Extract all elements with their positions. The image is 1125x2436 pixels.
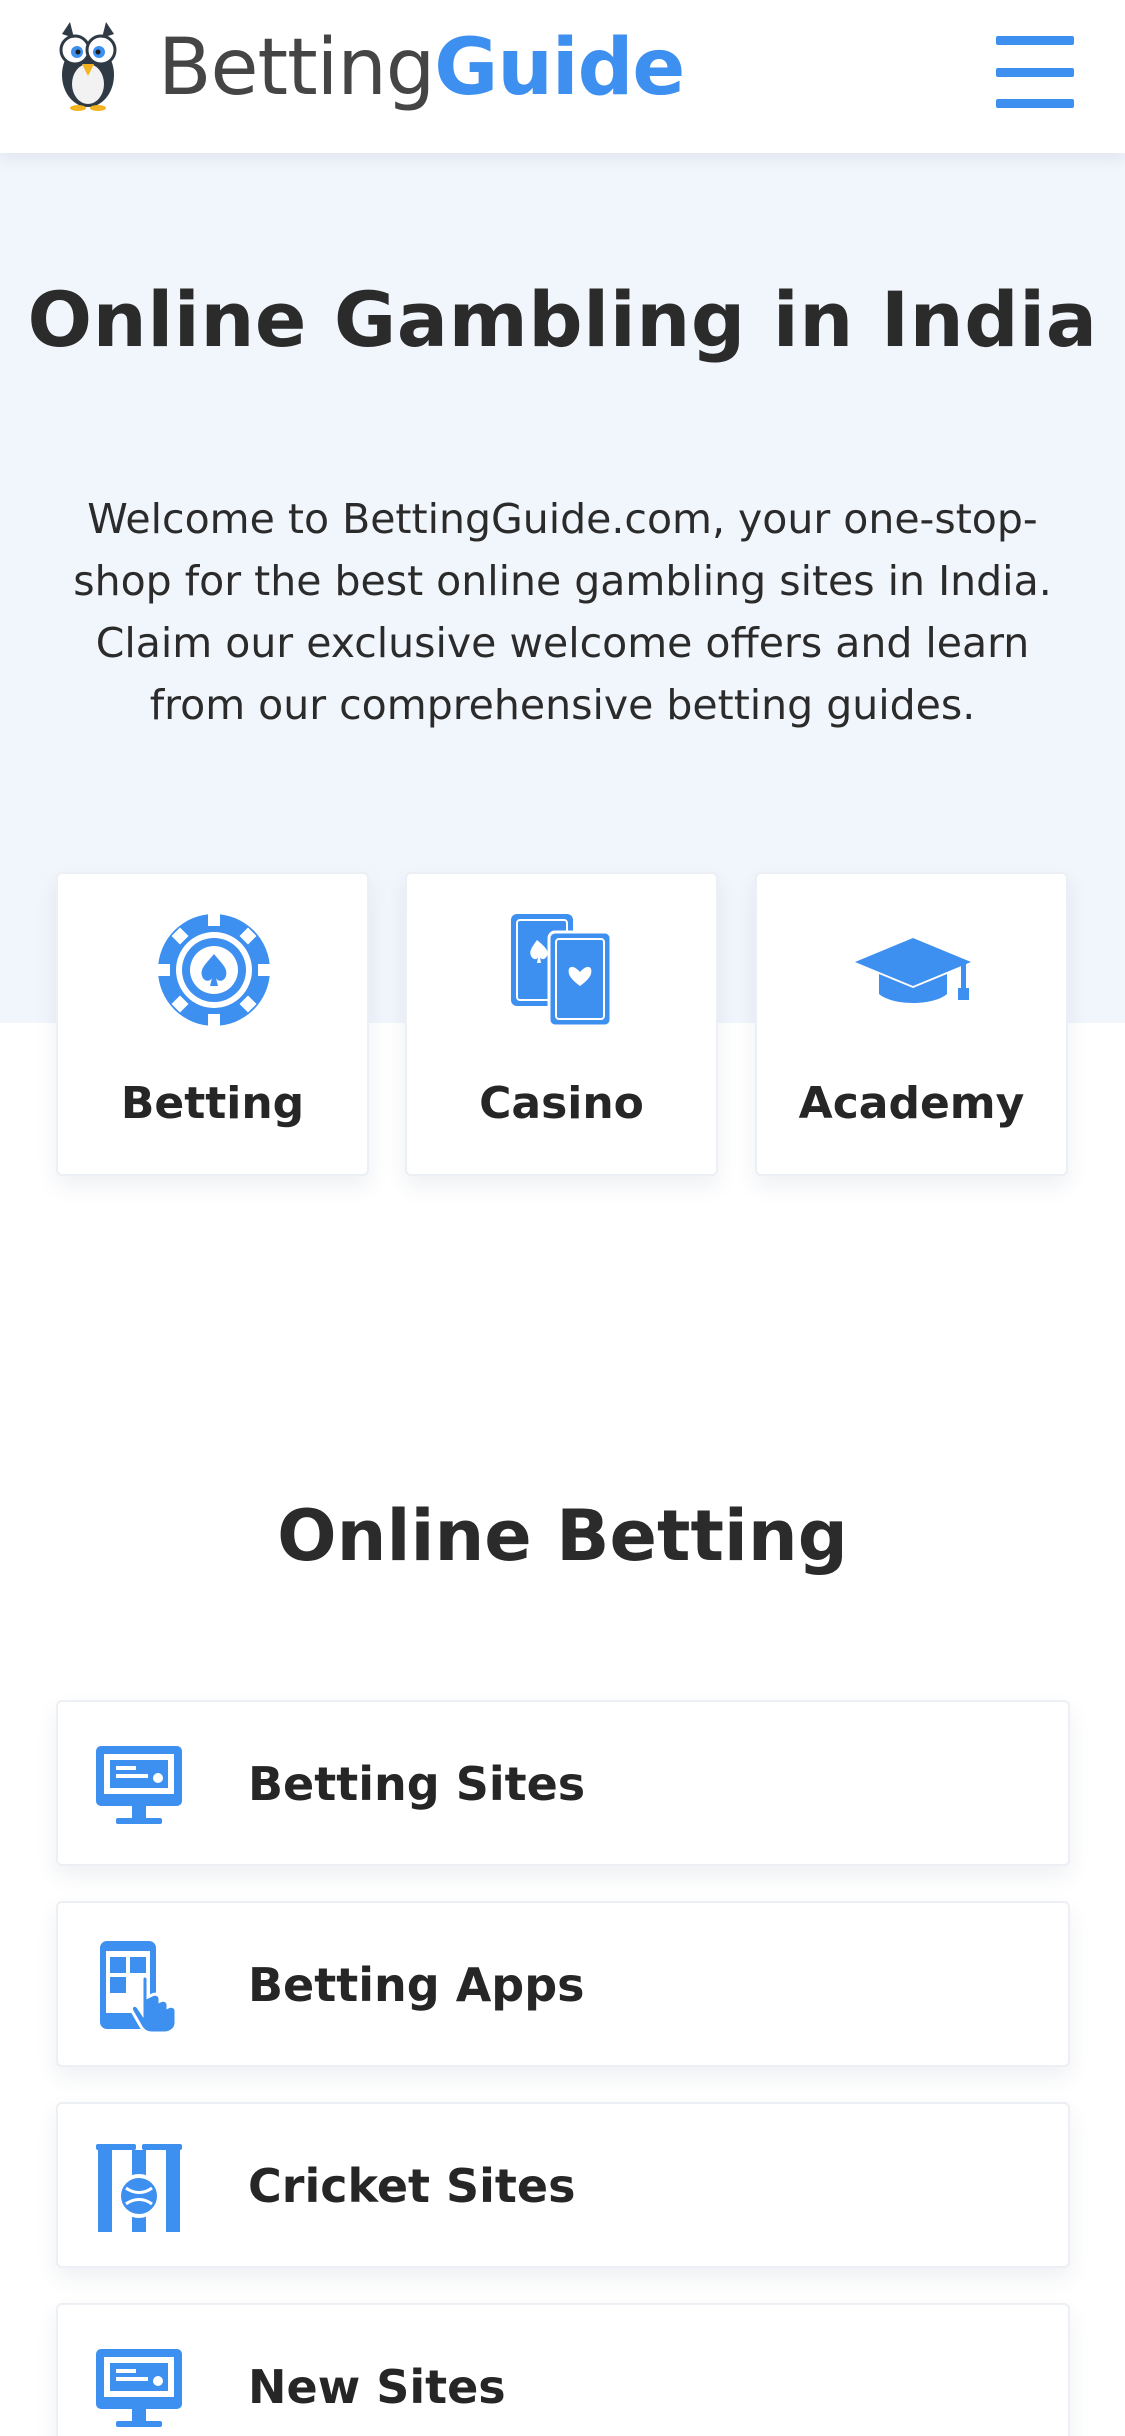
cricket-wickets-icon: [96, 2144, 182, 2232]
poker-chip-icon: [158, 914, 270, 1026]
list-item-cricket-sites[interactable]: Cricket Sites: [56, 2102, 1070, 2268]
brand-name-part-1: Betting: [158, 23, 435, 113]
desktop-monitor-icon: [96, 2349, 182, 2427]
list-item-label: New Sites: [248, 2360, 506, 2414]
list-item-label: Cricket Sites: [248, 2159, 576, 2213]
page: BettingGuide Online Gambling in India We…: [0, 0, 1125, 2436]
owl-mascot-logo-icon[interactable]: [48, 20, 128, 112]
graduation-cap-icon: [855, 938, 971, 1003]
playing-cards-icon: [511, 914, 613, 1028]
hamburger-menu-icon: [996, 99, 1074, 108]
category-label: Academy: [798, 1078, 1025, 1129]
list-item-new-sites[interactable]: New Sites: [56, 2303, 1070, 2436]
category-card-academy[interactable]: Academy: [755, 872, 1068, 1176]
hero-intro-text: Welcome to BettingGuide.com, your one-st…: [73, 495, 1052, 729]
site-header: BettingGuide: [0, 0, 1125, 153]
list-item-betting-sites[interactable]: Betting Sites: [56, 1700, 1070, 1866]
brand-logo-text[interactable]: BettingGuide: [158, 18, 685, 118]
page-title: Online Gambling in India: [27, 275, 1098, 364]
list-item-betting-apps[interactable]: Betting Apps: [56, 1901, 1070, 2067]
list-item-label: Betting Apps: [248, 1958, 585, 2012]
category-label: Betting: [120, 1078, 305, 1129]
brand-name-part-2: Guide: [434, 23, 685, 113]
desktop-monitor-icon: [96, 1746, 182, 1824]
section-title-online-betting: Online Betting: [277, 1495, 848, 1577]
category-card-casino[interactable]: Casino: [405, 872, 718, 1176]
hamburger-menu-button[interactable]: [996, 36, 1074, 108]
hamburger-menu-icon: [996, 36, 1074, 45]
mobile-tap-icon: [100, 1941, 178, 2033]
category-label: Casino: [479, 1078, 644, 1129]
category-card-betting[interactable]: Betting: [56, 872, 369, 1176]
hamburger-menu-icon: [996, 67, 1074, 77]
list-item-label: Betting Sites: [248, 1757, 586, 1811]
